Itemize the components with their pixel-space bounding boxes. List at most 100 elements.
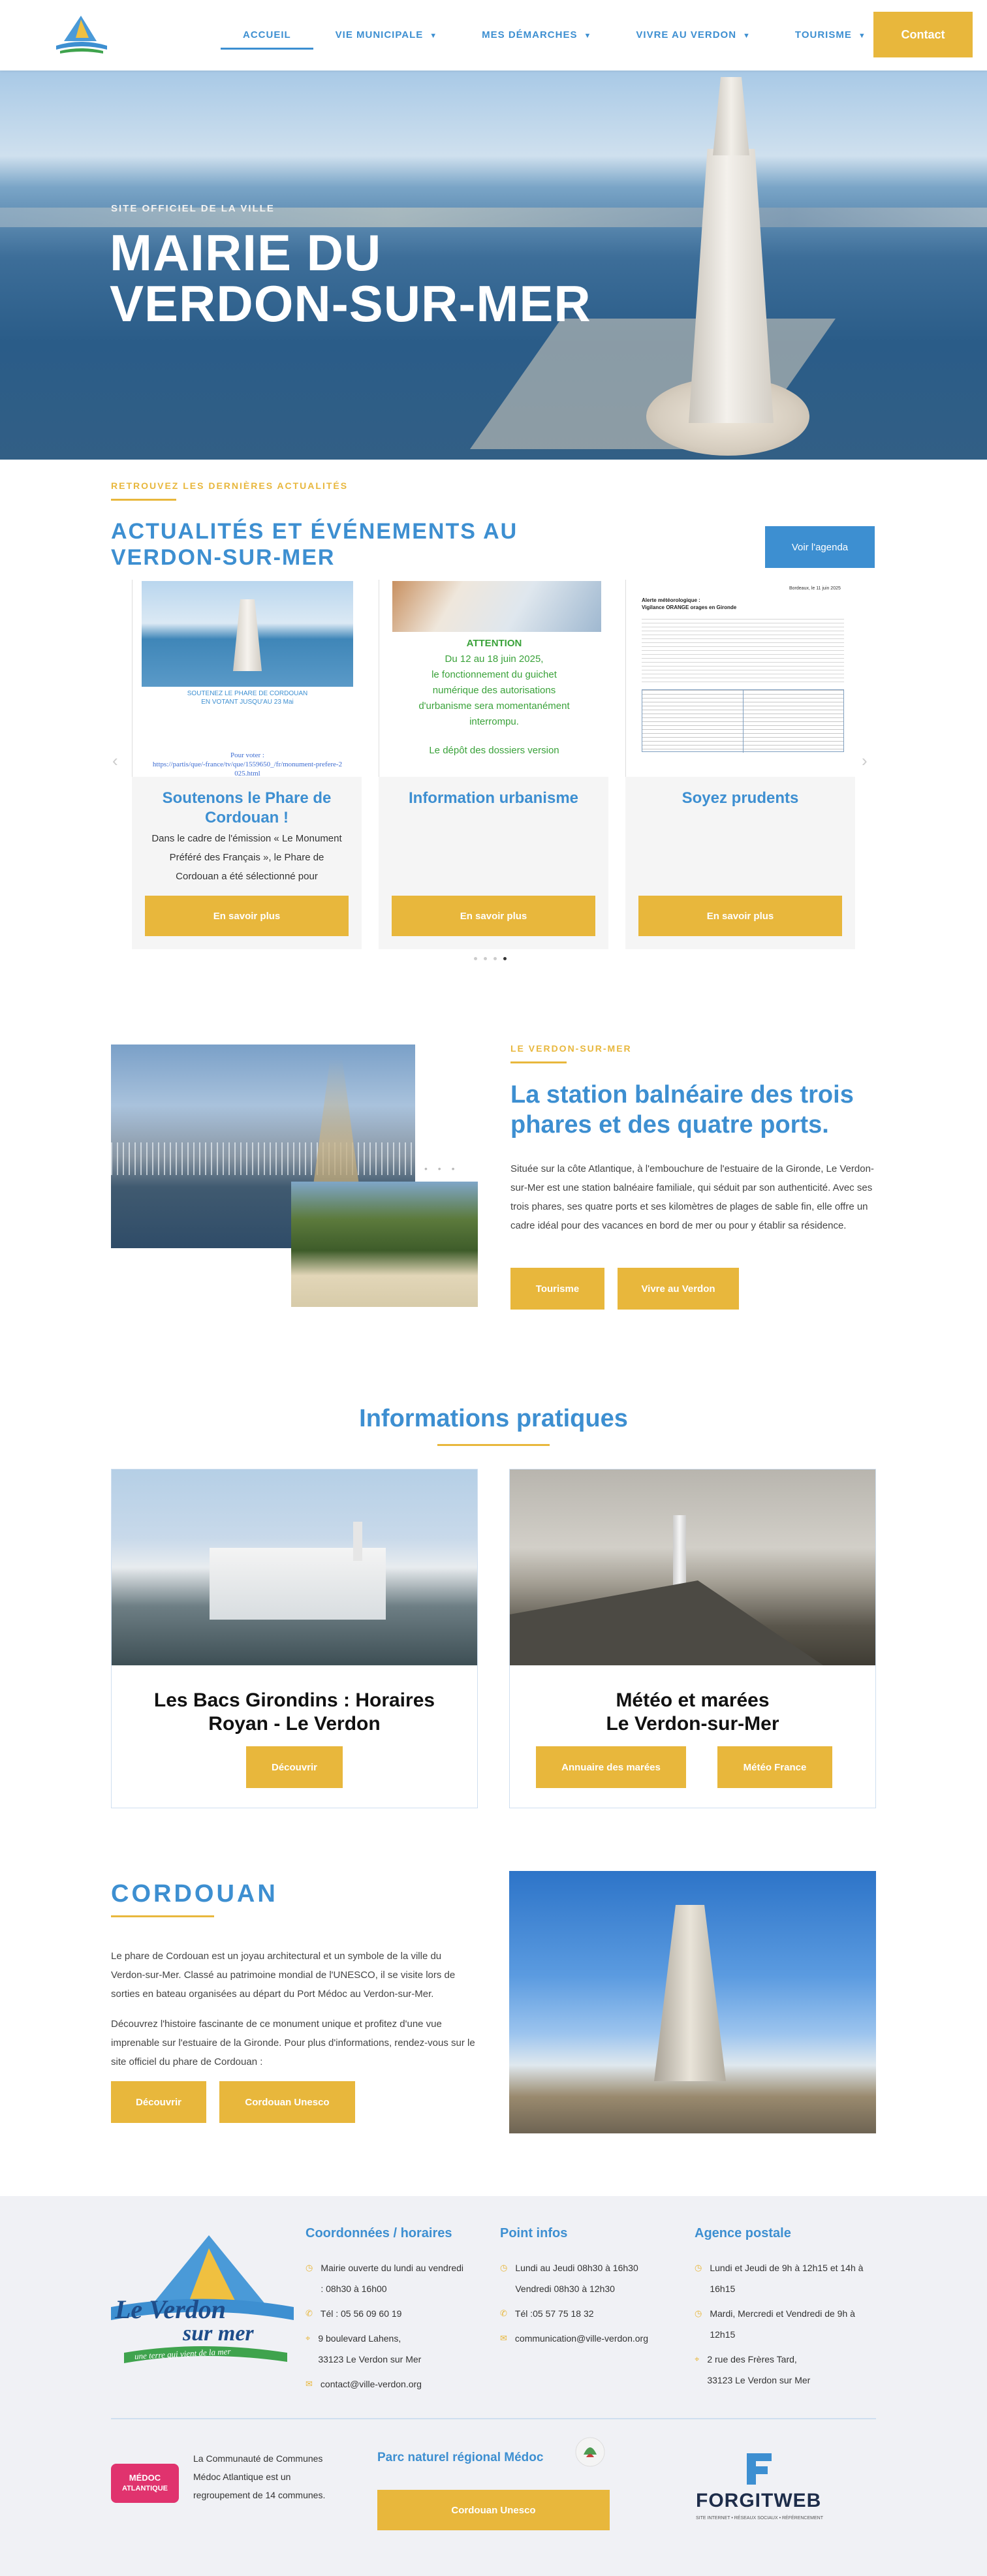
- map-pin-icon: ⌖: [695, 2354, 700, 2364]
- doc-table: [642, 689, 844, 753]
- carousel-dot[interactable]: [484, 957, 487, 960]
- chevron-down-icon: ▼: [743, 32, 751, 40]
- address-text: 2 rue des Frères Tard, 33123 Le Verdon su…: [707, 2349, 810, 2391]
- beach-path-photo: [291, 1182, 478, 1307]
- notice-line: interrompu.: [469, 716, 519, 727]
- hero-banner: SITE OFFICIEL DE LA VILLE MAIRIE DU VERD…: [0, 71, 987, 460]
- station-text: Située sur la côte Atlantique, à l'embou…: [510, 1163, 874, 1231]
- nav-accueil[interactable]: ACCUEIL: [221, 24, 313, 50]
- hours-row: ◷ Mairie ouverte du lundi au vendredi: 08…: [306, 2257, 490, 2299]
- phone-row[interactable]: ✆ Tél :05 57 75 18 32: [500, 2303, 683, 2324]
- cordouan-unesco-button[interactable]: Cordouan Unesco: [219, 2081, 355, 2123]
- tourisme-button[interactable]: Tourisme: [510, 1268, 604, 1310]
- site-logo[interactable]: [51, 12, 111, 59]
- carousel-dot[interactable]: [494, 957, 497, 960]
- card-title[interactable]: Information urbanisme: [379, 789, 608, 808]
- carousel-next-icon[interactable]: ›: [862, 751, 868, 771]
- address-line: 33123 Le Verdon sur Mer: [318, 2354, 422, 2364]
- parc-cordouan-unesco-button[interactable]: Cordouan Unesco: [377, 2490, 610, 2530]
- info-card-title[interactable]: Météo et marées Le Verdon-sur-Mer: [510, 1689, 875, 1736]
- lighthouse-shape: [233, 599, 262, 671]
- notice-line: d'urbanisme sera momentanément: [418, 700, 570, 712]
- doc-date: Bordeaux, le 11 juin 2025: [789, 586, 841, 591]
- info-card-title[interactable]: Les Bacs Girondins : Horaires Royan - Le…: [112, 1689, 477, 1736]
- cordouan-title: CORDOUAN: [111, 1880, 278, 1908]
- medoc-atlantique-logo[interactable]: MÉDOC ATLANTIQUE: [111, 2464, 179, 2503]
- notice-line: numérique des autorisations: [432, 685, 556, 696]
- read-more-button[interactable]: En savoir plus: [638, 896, 842, 936]
- hero-title: MAIRIE DU VERDON-SUR-MER: [110, 227, 591, 329]
- caption-line: SOUTENEZ LE PHARE DE CORDOUAN: [187, 690, 308, 697]
- phone-row[interactable]: ✆ Tél : 05 56 09 60 19: [306, 2303, 490, 2324]
- carousel-prev-icon[interactable]: ‹: [112, 751, 118, 771]
- phone-icon: ✆: [500, 2308, 507, 2318]
- infos-title: Informations pratiques: [359, 1405, 628, 1432]
- forgitweb-logo[interactable]: FORGITWEB SITE INTERNET • RÉSEAUX SOCIAU…: [696, 2451, 826, 2536]
- lighthouse-photo: [142, 581, 353, 687]
- clock-icon: ◷: [695, 2308, 702, 2318]
- lighthouse-tower: [689, 149, 774, 423]
- address-row: ⌖ 9 boulevard Lahens, 33123 Le Verdon sur …: [306, 2328, 490, 2370]
- desk-photo: [392, 581, 601, 632]
- address-line: 33123 Le Verdon sur Mer: [707, 2375, 811, 2385]
- carousel-dot[interactable]: [474, 957, 477, 960]
- annuaire-marees-button[interactable]: Annuaire des marées: [536, 1746, 686, 1788]
- agenda-button[interactable]: Voir l'agenda: [765, 526, 875, 568]
- nav-tourisme[interactable]: TOURISME ▼: [773, 24, 888, 50]
- footer-logo[interactable]: Le Verdon sur mer une terre qui vient de…: [111, 2229, 294, 2379]
- cordouan-text-2: Découvrez l'histoire fascinante de ce mo…: [111, 2018, 475, 2067]
- vivre-au-verdon-button[interactable]: Vivre au Verdon: [618, 1268, 739, 1310]
- nav-label: ACCUEIL: [243, 29, 291, 40]
- station-title-line: La station balnéaire des trois: [510, 1081, 854, 1108]
- map-pin-icon: ⌖: [306, 2333, 311, 2343]
- card-excerpt: Dans le cadre de l'émission « Le Monumen…: [151, 833, 342, 882]
- card-title[interactable]: Soyez prudents: [625, 789, 855, 808]
- footer-col1-title: Coordonnées / horaires: [306, 2226, 452, 2240]
- nav-mes-demarches[interactable]: MES DÉMARCHES ▼: [460, 24, 614, 50]
- news-card-image[interactable]: Bordeaux, le 11 juin 2025 Alerte météoro…: [625, 580, 855, 777]
- ferry-photo: [112, 1469, 477, 1665]
- read-more-button[interactable]: En savoir plus: [145, 896, 349, 936]
- image-caption: SOUTENEZ LE PHARE DE CORDOUAN EN VOTANT …: [133, 689, 362, 706]
- badge-line: ATLANTIQUE: [121, 2485, 168, 2492]
- cordouan-decouvrir-button[interactable]: Découvrir: [111, 2081, 206, 2123]
- address-line: 9 boulevard Lahens,: [318, 2333, 401, 2344]
- read-more-button[interactable]: En savoir plus: [392, 896, 595, 936]
- info-card-meteo: Météo et marées Le Verdon-sur-Mer Annuai…: [509, 1469, 876, 1808]
- contact-button[interactable]: Contact: [873, 12, 973, 57]
- hours-row: ◷ Mardi, Mercredi et Vendredi de 9h à 12h1…: [695, 2303, 884, 2345]
- nav-vivre-au-verdon[interactable]: VIVRE AU VERDON ▼: [614, 24, 773, 50]
- email-text: contact@ville-verdon.org: [320, 2379, 422, 2389]
- hours-line: Vendredi 08h30 à 12h30: [515, 2284, 615, 2294]
- notice-line: Du 12 au 18 juin 2025,: [445, 653, 544, 665]
- email-row[interactable]: ✉ contact@ville-verdon.org: [306, 2374, 490, 2395]
- email-row[interactable]: ✉ communication@ville-verdon.org: [500, 2328, 683, 2349]
- decouvrir-button[interactable]: Découvrir: [246, 1746, 343, 1788]
- news-title-line: ACTUALITÉS ET ÉVÉNEMENTS AU: [111, 519, 518, 544]
- mail-icon: ✉: [500, 2333, 507, 2343]
- chevron-down-icon: ▼: [430, 32, 438, 40]
- meteo-france-button[interactable]: Météo France: [717, 1746, 832, 1788]
- footer-col3: ◷ Lundi et Jeudi de 9h à 12h15 et 14h à 16…: [695, 2257, 884, 2391]
- jetty-beacon: [673, 1515, 686, 1587]
- carousel-dot[interactable]: [503, 957, 507, 960]
- nav-vie-municipale[interactable]: VIE MUNICIPALE ▼: [313, 24, 460, 50]
- vote-link: https://partis/que/-france/tv/que/155965…: [152, 761, 343, 778]
- doc-heading: Alerte météorologique : Vigilance ORANGE…: [642, 597, 736, 611]
- parc-medoc-logo[interactable]: [574, 2435, 606, 2469]
- chevron-down-icon: ▼: [858, 32, 866, 40]
- news-card-image[interactable]: ATTENTION Du 12 au 18 juin 2025, le fonc…: [379, 580, 608, 777]
- address-text: 9 boulevard Lahens, 33123 Le Verdon sur M…: [318, 2328, 421, 2370]
- notice-line: Le dépôt des dossiers version: [429, 745, 559, 756]
- decorative-dots: • • •: [424, 1163, 459, 1174]
- lighthouse-top: [713, 77, 749, 155]
- hours-line: 16h15: [710, 2284, 736, 2294]
- nav-label: VIVRE AU VERDON: [636, 29, 737, 40]
- hours-line: Mardi, Mercredi et Vendredi de 9h à: [710, 2308, 855, 2319]
- card-title[interactable]: Soutenons le Phare de Cordouan !: [132, 789, 362, 828]
- news-card-image[interactable]: SOUTENEZ LE PHARE DE CORDOUAN EN VOTANT …: [132, 580, 362, 778]
- badge-line: MÉDOC: [129, 2473, 161, 2483]
- hours-text: Mairie ouverte du lundi au vendredi: 08h…: [321, 2257, 463, 2299]
- footer-col2: ◷ Lundi au Jeudi 08h30 à 16h30 Vendredi 08…: [500, 2257, 683, 2349]
- jetty-photo: [510, 1469, 875, 1665]
